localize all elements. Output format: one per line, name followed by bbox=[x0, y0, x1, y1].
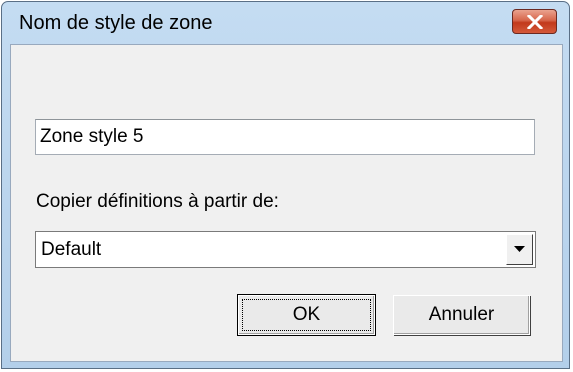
close-button[interactable] bbox=[512, 9, 557, 34]
copy-from-selected-value: Default bbox=[41, 239, 102, 260]
cancel-button[interactable]: Annuler bbox=[393, 295, 530, 335]
zone-style-name-input[interactable] bbox=[35, 119, 535, 155]
close-icon bbox=[527, 15, 543, 29]
dialog-window: Nom de style de zone Copier définitions … bbox=[1, 1, 570, 369]
ok-button[interactable]: OK bbox=[237, 294, 376, 336]
window-title: Nom de style de zone bbox=[19, 12, 213, 34]
dropdown-arrow-button[interactable] bbox=[506, 234, 533, 265]
cancel-button-label: Annuler bbox=[428, 304, 495, 325]
copy-from-select[interactable]: Default bbox=[35, 231, 536, 268]
focus-rect bbox=[242, 299, 371, 331]
copy-from-label: Copier définitions à partir de: bbox=[36, 191, 279, 212]
chevron-down-icon bbox=[514, 246, 525, 252]
dialog-body: Copier définitions à partir de: Default … bbox=[10, 44, 563, 362]
